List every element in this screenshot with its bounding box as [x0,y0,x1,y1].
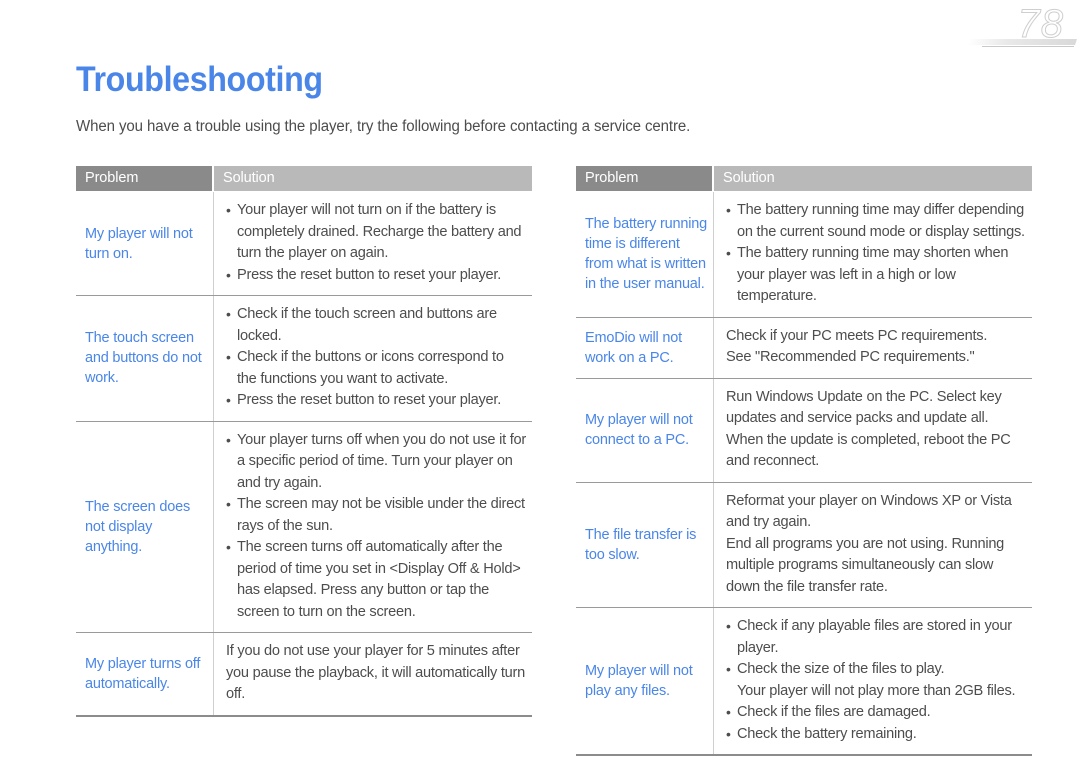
solution-text: Check the size of the files to play. [737,661,945,677]
solution-text: End all programs you are not using. Runn… [726,535,1005,595]
problem-cell: The screen does not display anything. [76,421,214,632]
bullet-icon: • [226,202,231,218]
solution-text: Reformat your player on Windows XP or Vi… [726,492,1012,531]
solution-cell: Reformat your player on Windows XP or Vi… [714,483,1032,608]
problem-cell: EmoDio will not work on a PC. [576,317,714,378]
bullet-icon: • [726,704,731,720]
solution-cell: • Your player turns off when you do not u… [214,422,532,633]
solution-text: Check if any playable files are stored i… [737,618,1012,656]
table-body: My player will not turn on. • Your player … [76,192,532,715]
solution-cell: • The battery running time may differ dep… [714,192,1032,317]
problem-cell: My player will not connect to a PC. [576,378,714,482]
bullet-icon: • [726,202,731,218]
solution-cell: • Check if any playable files are stored … [714,608,1032,754]
solution-text: Press the reset button to reset your pla… [237,392,501,408]
solution-item: • The screen turns off automatically afte… [226,537,526,623]
solution-item: • Check if the files are damaged. [726,702,1026,724]
solution-item: • The battery running time may differ dep… [726,200,1026,243]
solution-text: Check if the touch screen and buttons ar… [237,306,497,344]
solution-item: • Press the reset button to reset your pl… [226,390,526,412]
solution-cell: If you do not use your player for 5 minu… [214,633,532,715]
table-row: My player will not play any files. • Check… [576,608,1032,754]
problem-cell: My player turns off automatically. [76,633,214,715]
table-row: The battery running time is different fr… [576,192,1032,318]
solution-item: • Check if the buttons or icons correspon… [226,347,526,390]
table-row: EmoDio will not work on a PC. Check if yo… [576,317,1032,379]
solution-item: • The screen may not be visible under the… [226,494,526,537]
solution-item: See "Recommended PC requirements." [726,347,1026,369]
solution-cell: Check if your PC meets PC requirements. S… [714,318,1032,378]
solution-item: • Check the size of the files to play. [726,659,1026,681]
solution-text: Check if the files are damaged. [737,704,931,720]
solution-item: Your player will not play more than 2GB … [726,681,1026,703]
bullet-icon: • [226,539,231,555]
page-intro-text: When you have a trouble using the player… [76,118,691,135]
bullet-icon: • [726,725,731,742]
bullet-icon: • [726,245,731,261]
solution-item: • The battery running time may shorten wh… [726,243,1026,308]
solution-item: If you do not use your player for 5 minu… [226,641,526,706]
solution-item: • Check the battery remaining. [726,724,1026,746]
column-header-problem: Problem [76,166,214,191]
bullet-icon: • [726,618,731,634]
page-number: 78 [1017,2,1064,46]
table-row: The file transfer is too slow. Reformat y… [576,482,1032,608]
table-row: My player will not turn on. • Your player … [76,192,532,296]
solution-item: • Check if the touch screen and buttons a… [226,304,526,347]
table-row: The touch screen and buttons do not work… [76,296,532,422]
bullet-icon: • [226,431,231,448]
solution-item: • Press the reset button to reset your pl… [226,265,526,287]
solution-text: See "Recommended PC requirements." [726,349,975,365]
table-row: My player turns off automatically. If you… [76,633,532,715]
bullet-icon: • [726,661,731,677]
table-body: The battery running time is different fr… [576,192,1032,754]
solution-text: Your player will not turn on if the batt… [237,202,522,261]
solution-text: Run Windows Update on the PC. Select key… [726,388,1011,470]
solution-text: Check the battery remaining. [737,725,917,742]
problem-cell: The file transfer is too slow. [576,482,714,607]
column-header-problem: Problem [576,166,714,191]
solution-text: The screen turns off automatically after… [237,539,521,620]
bullet-icon: • [226,266,231,283]
problem-cell: The battery running time is different fr… [576,192,714,317]
solution-text: Your player turns off when you do not us… [237,431,526,491]
problem-cell: The touch screen and buttons do not work… [76,296,214,421]
solution-text: Check if the buttons or icons correspond… [237,349,504,387]
solution-item: • Your player turns off when you do not u… [226,430,526,495]
page-title: Troubleshooting [76,60,323,99]
solution-text: The screen may not be visible under the … [237,496,525,534]
solution-text: Check if your PC meets PC requirements. [726,327,988,344]
page-number-rule-thin [981,46,1075,47]
solution-cell: • Check if the touch screen and buttons a… [214,296,532,421]
solution-item: • Your player will not turn on if the bat… [226,200,526,265]
table-row: The screen does not display anything. • Yo… [76,421,532,633]
solution-text: The battery running time may shorten whe… [737,245,1009,304]
solution-cell: • Your player will not turn on if the bat… [214,192,532,295]
solution-cell: Run Windows Update on the PC. Select key… [714,379,1032,482]
solution-text: Your player will not play more than 2GB … [737,682,1016,699]
problem-cell: My player will not play any files. [576,608,714,754]
solution-item: Check if your PC meets PC requirements. [726,326,1026,348]
solution-text: The battery running time may differ depe… [737,202,1025,240]
table-header-row: Problem Solution [576,166,1032,192]
table-row: My player will not connect to a PC. Run W… [576,378,1032,483]
solution-item: End all programs you are not using. Runn… [726,534,1026,599]
solution-item: Run Windows Update on the PC. Select key… [726,387,1026,473]
bullet-icon: • [226,349,231,365]
solution-item: • Check if any playable files are stored … [726,616,1026,659]
page-number-decoration: 78 [930,0,1080,52]
bullet-icon: • [226,392,231,408]
solution-text: Press the reset button to reset your pla… [237,266,501,283]
troubleshooting-table-left: Problem Solution My player will not turn… [76,166,532,717]
problem-cell: My player will not turn on. [76,192,214,295]
table-header-row: Problem Solution [76,166,532,192]
bullet-icon: • [226,496,231,512]
column-header-solution: Solution [714,166,1032,191]
column-header-solution: Solution [214,166,532,191]
bullet-icon: • [226,306,231,322]
troubleshooting-table-right: Problem Solution The battery running tim… [576,166,1032,756]
solution-text: If you do not use your player for 5 minu… [226,643,525,702]
solution-item: Reformat your player on Windows XP or Vi… [726,491,1026,534]
